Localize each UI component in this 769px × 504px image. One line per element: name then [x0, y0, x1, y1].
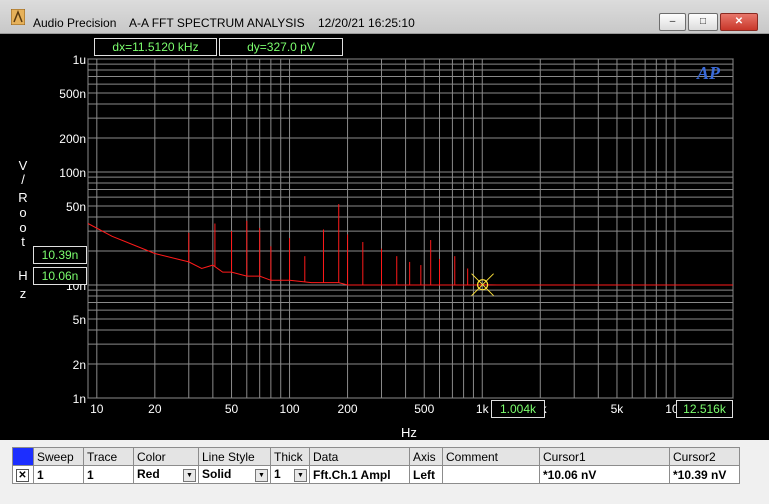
- row-enable-cell[interactable]: ✕: [12, 465, 34, 484]
- cursor1-x-readout[interactable]: 1.004k: [491, 400, 545, 418]
- col-header-axis[interactable]: Axis: [409, 447, 443, 466]
- ap-logo: AP: [696, 63, 721, 83]
- x-tick-label: 5k: [611, 402, 625, 416]
- cursor2-x-readout[interactable]: 12.516k: [676, 400, 733, 418]
- line-style-dropdown-arrow-icon[interactable]: ▼: [255, 469, 268, 482]
- col-header-color[interactable]: Color: [133, 447, 199, 466]
- table-row[interactable]: ✕ 1 1 Red ▼ Solid ▼ 1 ▼ Fft.Ch.1 Ampl Left …: [12, 465, 740, 484]
- y-axis-label-v: V: [19, 158, 28, 173]
- cell-line-style[interactable]: Solid ▼: [198, 465, 271, 484]
- cursor2-y-readout[interactable]: 10.39n: [33, 246, 87, 264]
- x-tick-label: 1k: [476, 402, 490, 416]
- thick-dropdown-arrow-icon[interactable]: ▼: [294, 469, 307, 482]
- line-style-value: Solid: [202, 467, 232, 481]
- row-enabled-checkbox[interactable]: ✕: [16, 469, 29, 482]
- cell-axis[interactable]: Left: [409, 465, 443, 484]
- cell-color[interactable]: Red ▼: [133, 465, 199, 484]
- plot-frame: [87, 58, 734, 399]
- col-header-trace[interactable]: Trace: [83, 447, 134, 466]
- y-tick-label: 500n: [59, 87, 86, 101]
- y-axis-label-slash: /: [21, 172, 25, 187]
- col-header-thick[interactable]: Thick: [270, 447, 310, 466]
- col-header-comment[interactable]: Comment: [442, 447, 540, 466]
- x-axis-ticks: 1020501002005001k2k5k10k: [90, 402, 686, 416]
- y-axis-ticks: 1u500n200n100n50n20n10n5n2n1n: [59, 53, 86, 406]
- color-value: Red: [137, 467, 160, 481]
- cell-cursor1[interactable]: *10.06 nV: [539, 465, 670, 484]
- cell-cursor2[interactable]: *10.39 nV: [669, 465, 740, 484]
- x-tick-label: 200: [338, 402, 358, 416]
- col-header-cursor2[interactable]: Cursor2: [669, 447, 740, 466]
- y-axis-label-h: H: [18, 268, 27, 283]
- y-axis-label-z: z: [20, 286, 27, 301]
- y-axis-label-r: R: [18, 190, 27, 205]
- cell-comment[interactable]: [442, 465, 540, 484]
- x-tick-label: 20: [148, 402, 162, 416]
- table-header-row: Sweep Trace Color Line Style Thick Data …: [12, 447, 740, 466]
- spectrum-trace: [87, 223, 733, 286]
- app-window: Audio Precision A-A FFT SPECTRUM ANALYSI…: [0, 0, 769, 504]
- cursor1-y-readout[interactable]: 10.06n: [33, 267, 87, 285]
- fft-spectrum-chart[interactable]: 1u500n200n100n50n20n10n5n2n1n 1020501002…: [0, 0, 769, 440]
- y-tick-label: 50n: [66, 200, 86, 214]
- y-axis-label-t: t: [21, 234, 25, 249]
- cell-sweep[interactable]: 1: [33, 465, 84, 484]
- y-tick-label: 1n: [73, 392, 86, 406]
- y-axis-label-o2: o: [19, 220, 26, 235]
- y-tick-label: 2n: [73, 358, 86, 372]
- trace-layer: [87, 204, 733, 286]
- col-header-data[interactable]: Data: [309, 447, 410, 466]
- select-all-cell[interactable]: [12, 447, 34, 466]
- col-header-cursor1[interactable]: Cursor1: [539, 447, 670, 466]
- chart-grid: [87, 58, 734, 399]
- col-header-sweep[interactable]: Sweep: [33, 447, 84, 466]
- x-tick-label: 100: [280, 402, 300, 416]
- dy-readout: dy=327.0 pV: [219, 38, 343, 56]
- dx-readout: dx=11.5120 kHz: [94, 38, 217, 56]
- cell-thick[interactable]: 1 ▼: [270, 465, 310, 484]
- thick-value: 1: [274, 467, 281, 481]
- x-tick-label: 500: [414, 402, 434, 416]
- cell-data[interactable]: Fft.Ch.1 Ampl: [309, 465, 410, 484]
- x-tick-label: 10: [90, 402, 104, 416]
- color-dropdown-arrow-icon[interactable]: ▼: [183, 469, 196, 482]
- y-axis-label-o1: o: [19, 205, 26, 220]
- y-tick-label: 100n: [59, 166, 86, 180]
- y-tick-label: 200n: [59, 132, 86, 146]
- trace-table-panel: Sweep Trace Color Line Style Thick Data …: [0, 440, 769, 504]
- x-tick-label: 50: [225, 402, 239, 416]
- trace-table: Sweep Trace Color Line Style Thick Data …: [12, 447, 740, 484]
- x-axis-label: Hz: [401, 425, 417, 440]
- col-header-line-style[interactable]: Line Style: [198, 447, 271, 466]
- y-tick-label: 5n: [73, 313, 86, 327]
- cell-trace[interactable]: 1: [83, 465, 134, 484]
- y-tick-label: 1u: [73, 53, 86, 67]
